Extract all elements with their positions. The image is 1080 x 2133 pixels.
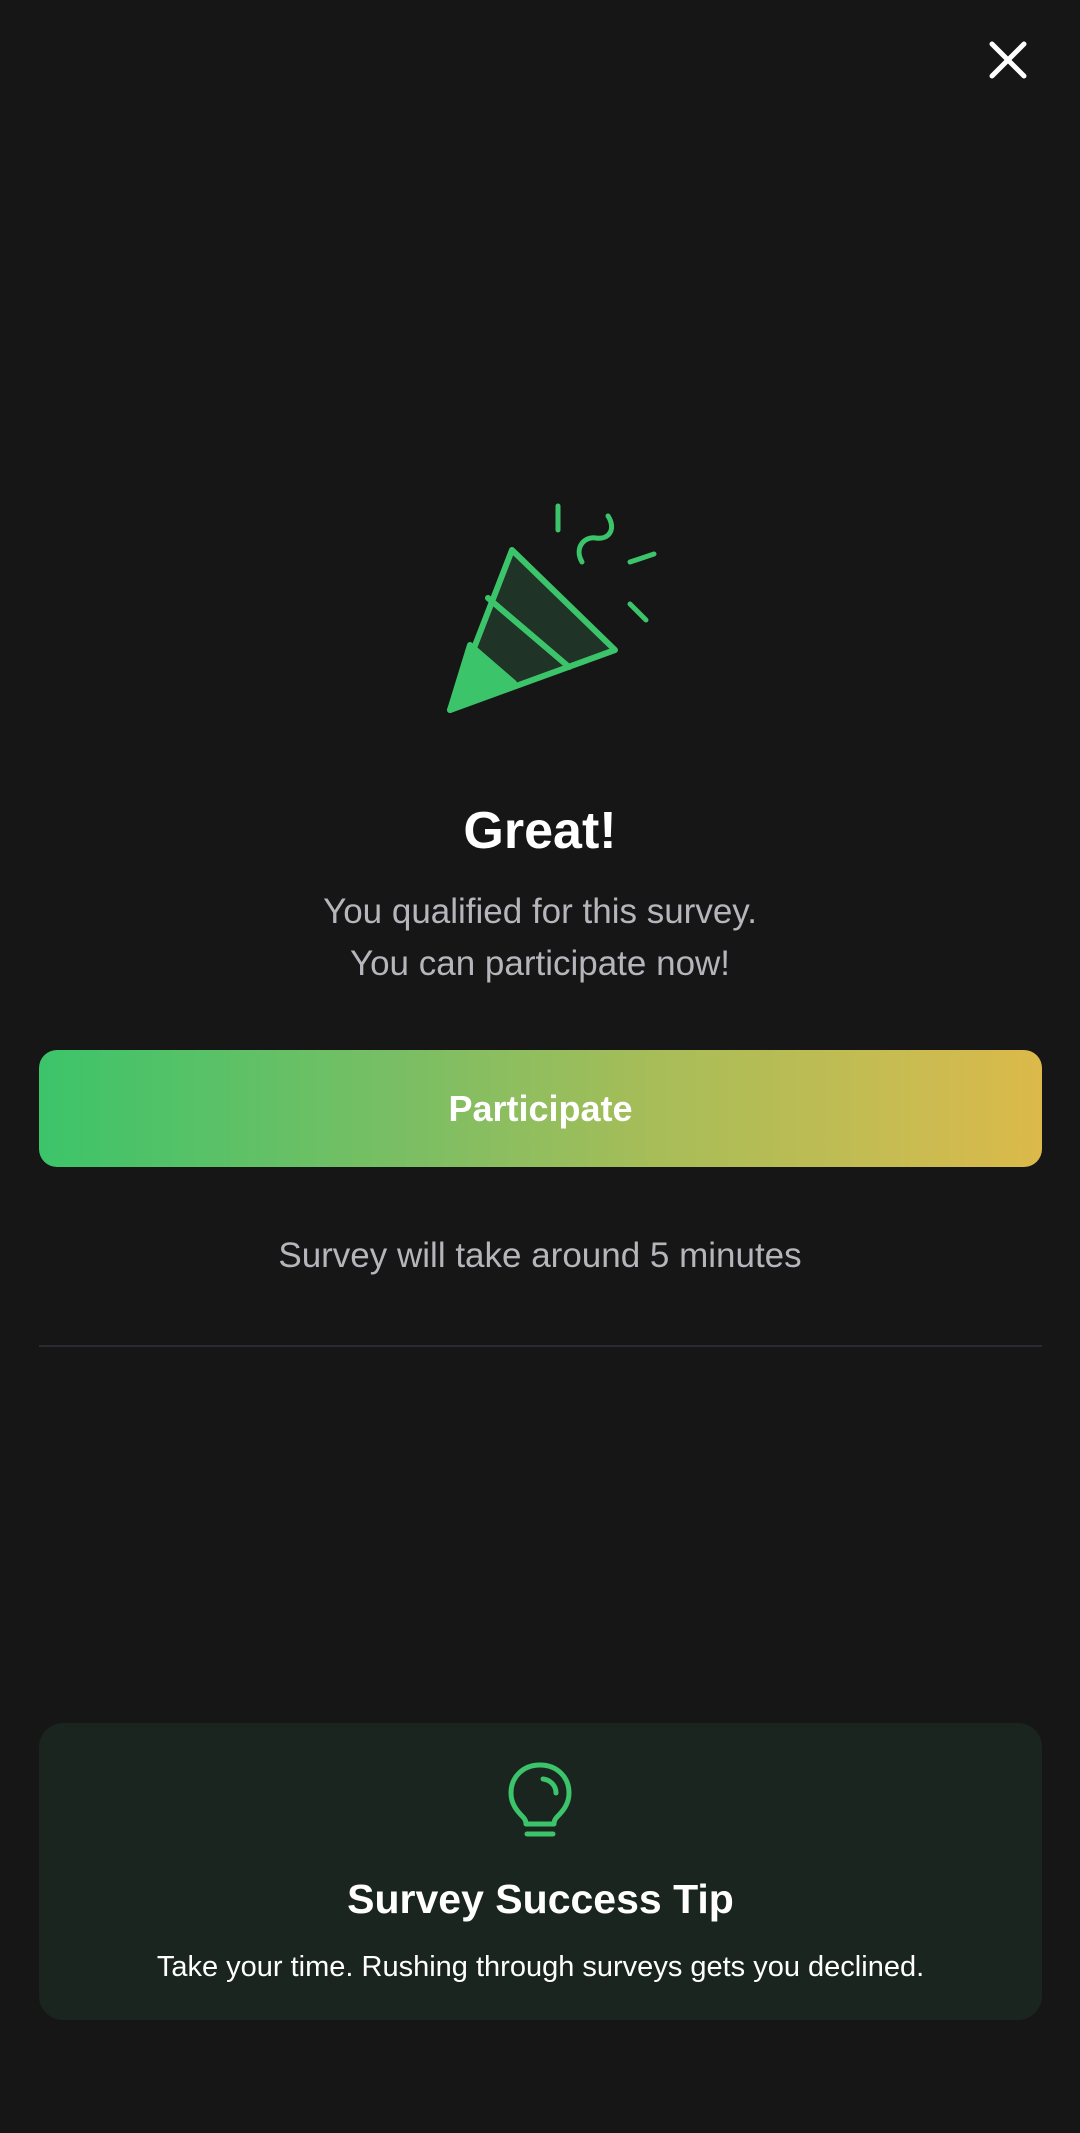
subtitle-line-1: You qualified for this survey. bbox=[323, 892, 757, 931]
survey-duration-text: Survey will take around 5 minutes bbox=[278, 1236, 802, 1275]
participate-button[interactable]: Participate bbox=[39, 1050, 1042, 1167]
subtitle-line-2: You can participate now! bbox=[349, 944, 731, 983]
close-button[interactable] bbox=[976, 28, 1040, 92]
qualification-message: You qualified for this survey. You can p… bbox=[0, 886, 1080, 990]
close-icon bbox=[989, 41, 1027, 79]
party-popper-icon bbox=[440, 498, 670, 728]
tip-card: Survey Success Tip Take your time. Rushi… bbox=[39, 1723, 1042, 2020]
lightbulb-icon bbox=[508, 1762, 572, 1837]
divider bbox=[39, 1345, 1042, 1347]
tip-text: Take your time. Rushing through surveys … bbox=[156, 1951, 925, 1983]
tip-title: Survey Success Tip bbox=[347, 1876, 734, 1922]
page-title: Great! bbox=[463, 802, 617, 860]
